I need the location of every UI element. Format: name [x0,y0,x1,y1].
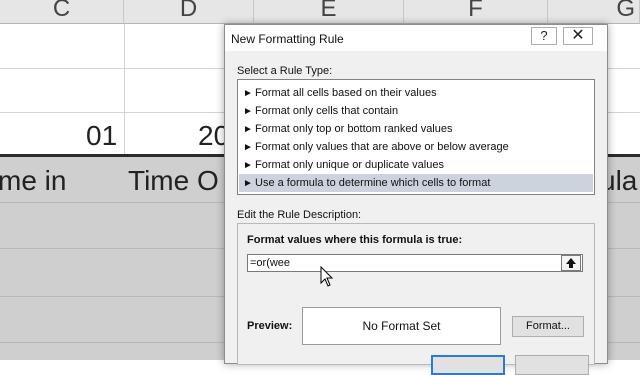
rule-arrow-icon: ► [243,160,253,171]
rule-arrow-icon: ► [243,178,253,189]
format-button[interactable]: Format... [512,316,584,337]
rule-arrow-icon: ► [243,124,253,135]
column-header-g[interactable]: G [548,0,640,24]
rule-type-item[interactable]: ► Format only top or bottom ranked values [239,120,593,138]
formula-input-value: =or(wee [250,257,291,269]
dialog-title: New Formatting Rule [231,32,344,46]
rule-arrow-icon: ► [243,142,253,153]
rule-type-item-selected[interactable]: ► Use a formula to determine which cells … [239,174,593,192]
rule-type-item[interactable]: ► Format all cells based on their values [239,84,593,102]
dialog-title-bar[interactable]: New Formatting Rule ? ✕ [225,25,607,51]
column-header-e[interactable]: E [254,0,404,24]
edit-rule-description-label: Edit the Rule Description: [237,209,362,221]
formula-label: Format values where this formula is true… [247,234,463,246]
cell-c-header[interactable]: me in [0,165,66,197]
select-rule-type-label: Select a Rule Type: [237,65,333,77]
cancel-button[interactable] [515,355,589,375]
column-header-c[interactable]: C [0,0,124,24]
column-header-d[interactable]: D [124,0,254,24]
rule-type-list[interactable]: ► Format all cells based on their values … [237,79,595,195]
help-button[interactable]: ? [531,27,557,45]
preview-box: No Format Set [302,307,501,345]
rule-type-item[interactable]: ► Format only unique or duplicate values [239,156,593,174]
cell-c-value[interactable]: 01 [86,120,117,152]
rule-arrow-icon: ► [243,106,253,117]
close-button[interactable]: ✕ [563,27,593,45]
rule-arrow-icon: ► [243,88,253,99]
cell-d-header[interactable]: Time O [128,165,219,197]
rule-type-item[interactable]: ► Format only cells that contain [239,102,593,120]
rule-description-panel: Format values where this formula is true… [237,223,595,365]
collapse-dialog-button[interactable] [561,255,581,271]
column-header-f[interactable]: F [404,0,548,24]
preview-label: Preview: [247,320,293,332]
rule-type-item[interactable]: ► Format only values that are above or be… [239,138,593,156]
range-select-icon [566,258,576,268]
ok-button[interactable] [431,355,505,375]
new-formatting-rule-dialog: New Formatting Rule ? ✕ Select a Rule Ty… [224,24,608,375]
formula-input[interactable]: =or(wee [247,254,583,272]
mouse-cursor-icon [320,266,334,287]
